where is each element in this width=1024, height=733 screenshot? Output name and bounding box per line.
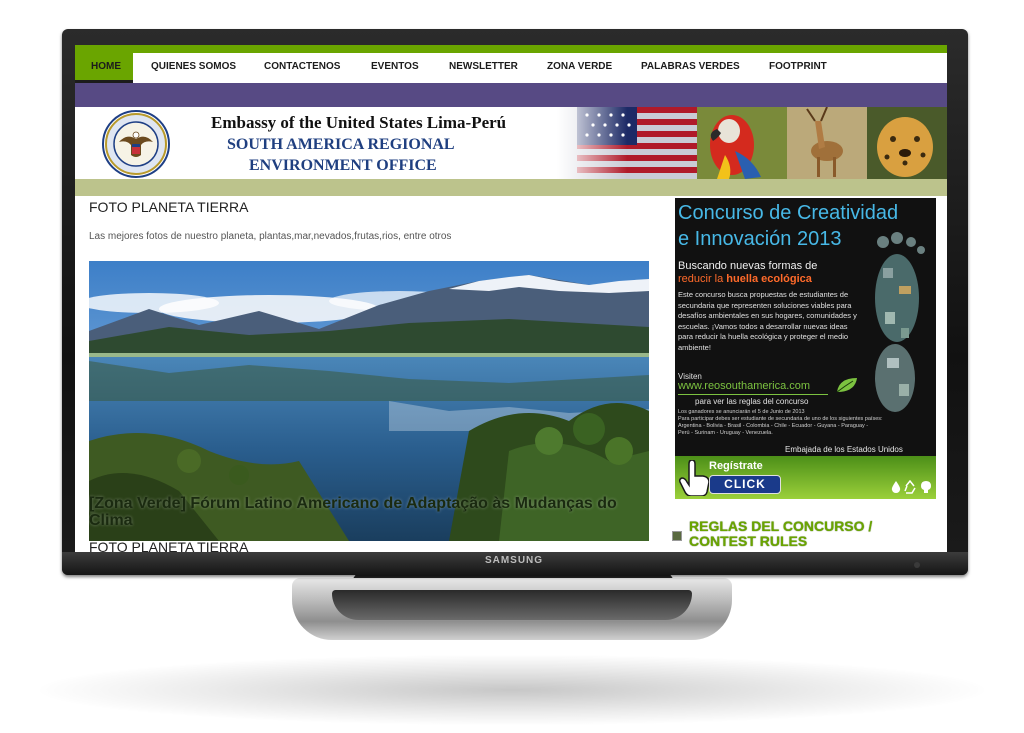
department-of-state-seal [102, 110, 170, 178]
water-drop-icon [891, 481, 901, 493]
ad-title-line2: e Innovación 2013 [678, 228, 842, 250]
page-description: Las mejores fotos de nuestro planeta, pl… [89, 231, 452, 242]
ad-subtitle-prefix: reducir la [678, 273, 727, 285]
banner-embassy-title: Embassy of the United States Lima-Perú [211, 113, 507, 132]
monitor-stand-inner [332, 590, 692, 620]
site-header-banner: Embassy of the United States Lima-Perú S… [75, 107, 947, 179]
bullet-icon [672, 531, 682, 541]
contest-ad-banner[interactable]: Concurso de Creatividad e Innovación 201… [675, 198, 936, 499]
ad-fine-line4: Perú - Surinam - Uruguay - Venezuela. [678, 430, 773, 436]
nav-item-newsletter[interactable]: NEWSLETTER [449, 61, 518, 72]
banner-wildlife-collage [557, 107, 947, 179]
lightbulb-icon [921, 481, 931, 493]
nav-item-palabras-verdes[interactable]: PALABRAS VERDES [641, 61, 740, 72]
ad-register-label: Regístrate [709, 460, 763, 472]
power-led-icon [914, 562, 920, 568]
nav-item-home[interactable]: HOME [75, 53, 133, 83]
nav-top-accent [75, 45, 947, 53]
ad-title-line1: Concurso de Creatividad [678, 202, 899, 224]
browser-screen: HOME QUIENES SOMOS CONTACTENOS EVENTOS N… [75, 45, 947, 552]
ad-fine-line1: Los ganadores se anunciarán el 5 de Juni… [678, 409, 805, 415]
monitor-shadow [40, 655, 984, 725]
main-navigation: HOME QUIENES SOMOS CONTACTENOS EVENTOS N… [75, 53, 947, 83]
eco-icons-group [891, 480, 931, 494]
ad-subtitle-highlight: huella ecológica [726, 273, 812, 285]
ad-subtitle-line2: reducir la huella ecológica [678, 273, 812, 285]
contest-rules-link[interactable]: REGLAS DEL CONCURSO / CONTEST RULES [689, 519, 939, 549]
nav-item-contactenos[interactable]: CONTACTENOS [264, 61, 340, 72]
nav-item-label: HOME [91, 61, 121, 72]
ad-body-text: Este concurso busca propuestas de estudi… [678, 290, 857, 352]
recycle-icon [904, 480, 916, 494]
nav-item-eventos[interactable]: EVENTOS [371, 61, 419, 72]
nav-item-footprint[interactable]: FOOTPRINT [769, 61, 827, 72]
ad-embassy-label: Embajada de los Estados Unidos [785, 445, 903, 454]
footprint-collage-icon [875, 232, 925, 412]
banner-office-line2: ENVIRONMENT OFFICE [249, 157, 437, 174]
ad-website-link[interactable]: www.reosouthamerica.com [678, 380, 810, 392]
photo-title-repeat: FOTO PLANETA TIERRA [89, 539, 249, 552]
ad-click-button[interactable]: CLICK [709, 475, 781, 494]
ad-fine-print: Los ganadores se anunciarán el 5 de Juni… [678, 409, 933, 437]
banner-office-line1: SOUTH AMERICA REGIONAL [227, 136, 455, 153]
ad-link-underline [678, 394, 828, 395]
purple-divider-bar [75, 83, 947, 107]
ad-rules-text: para ver las reglas del concurso [695, 397, 809, 406]
monitor-brand-logo: SAMSUNG [484, 555, 544, 566]
banner-bottom-strip [75, 179, 947, 196]
ad-subtitle-line1: Buscando nuevas formas de [678, 260, 818, 272]
pointer-hand-icon [679, 460, 710, 496]
nav-item-zona-verde[interactable]: ZONA VERDE [547, 61, 612, 72]
nav-item-quienes-somos[interactable]: QUIENES SOMOS [151, 61, 236, 72]
ad-fine-line2: Para participar debes ser estudiante de … [678, 416, 883, 422]
photo-caption[interactable]: [Zona Verde] Fórum Latino Americano de A… [89, 495, 619, 529]
ad-fine-line3: Argentina - Bolivia - Brasil - Colombia … [678, 423, 869, 429]
leaf-icon [836, 378, 857, 393]
page-title: FOTO PLANETA TIERRA [89, 199, 249, 215]
